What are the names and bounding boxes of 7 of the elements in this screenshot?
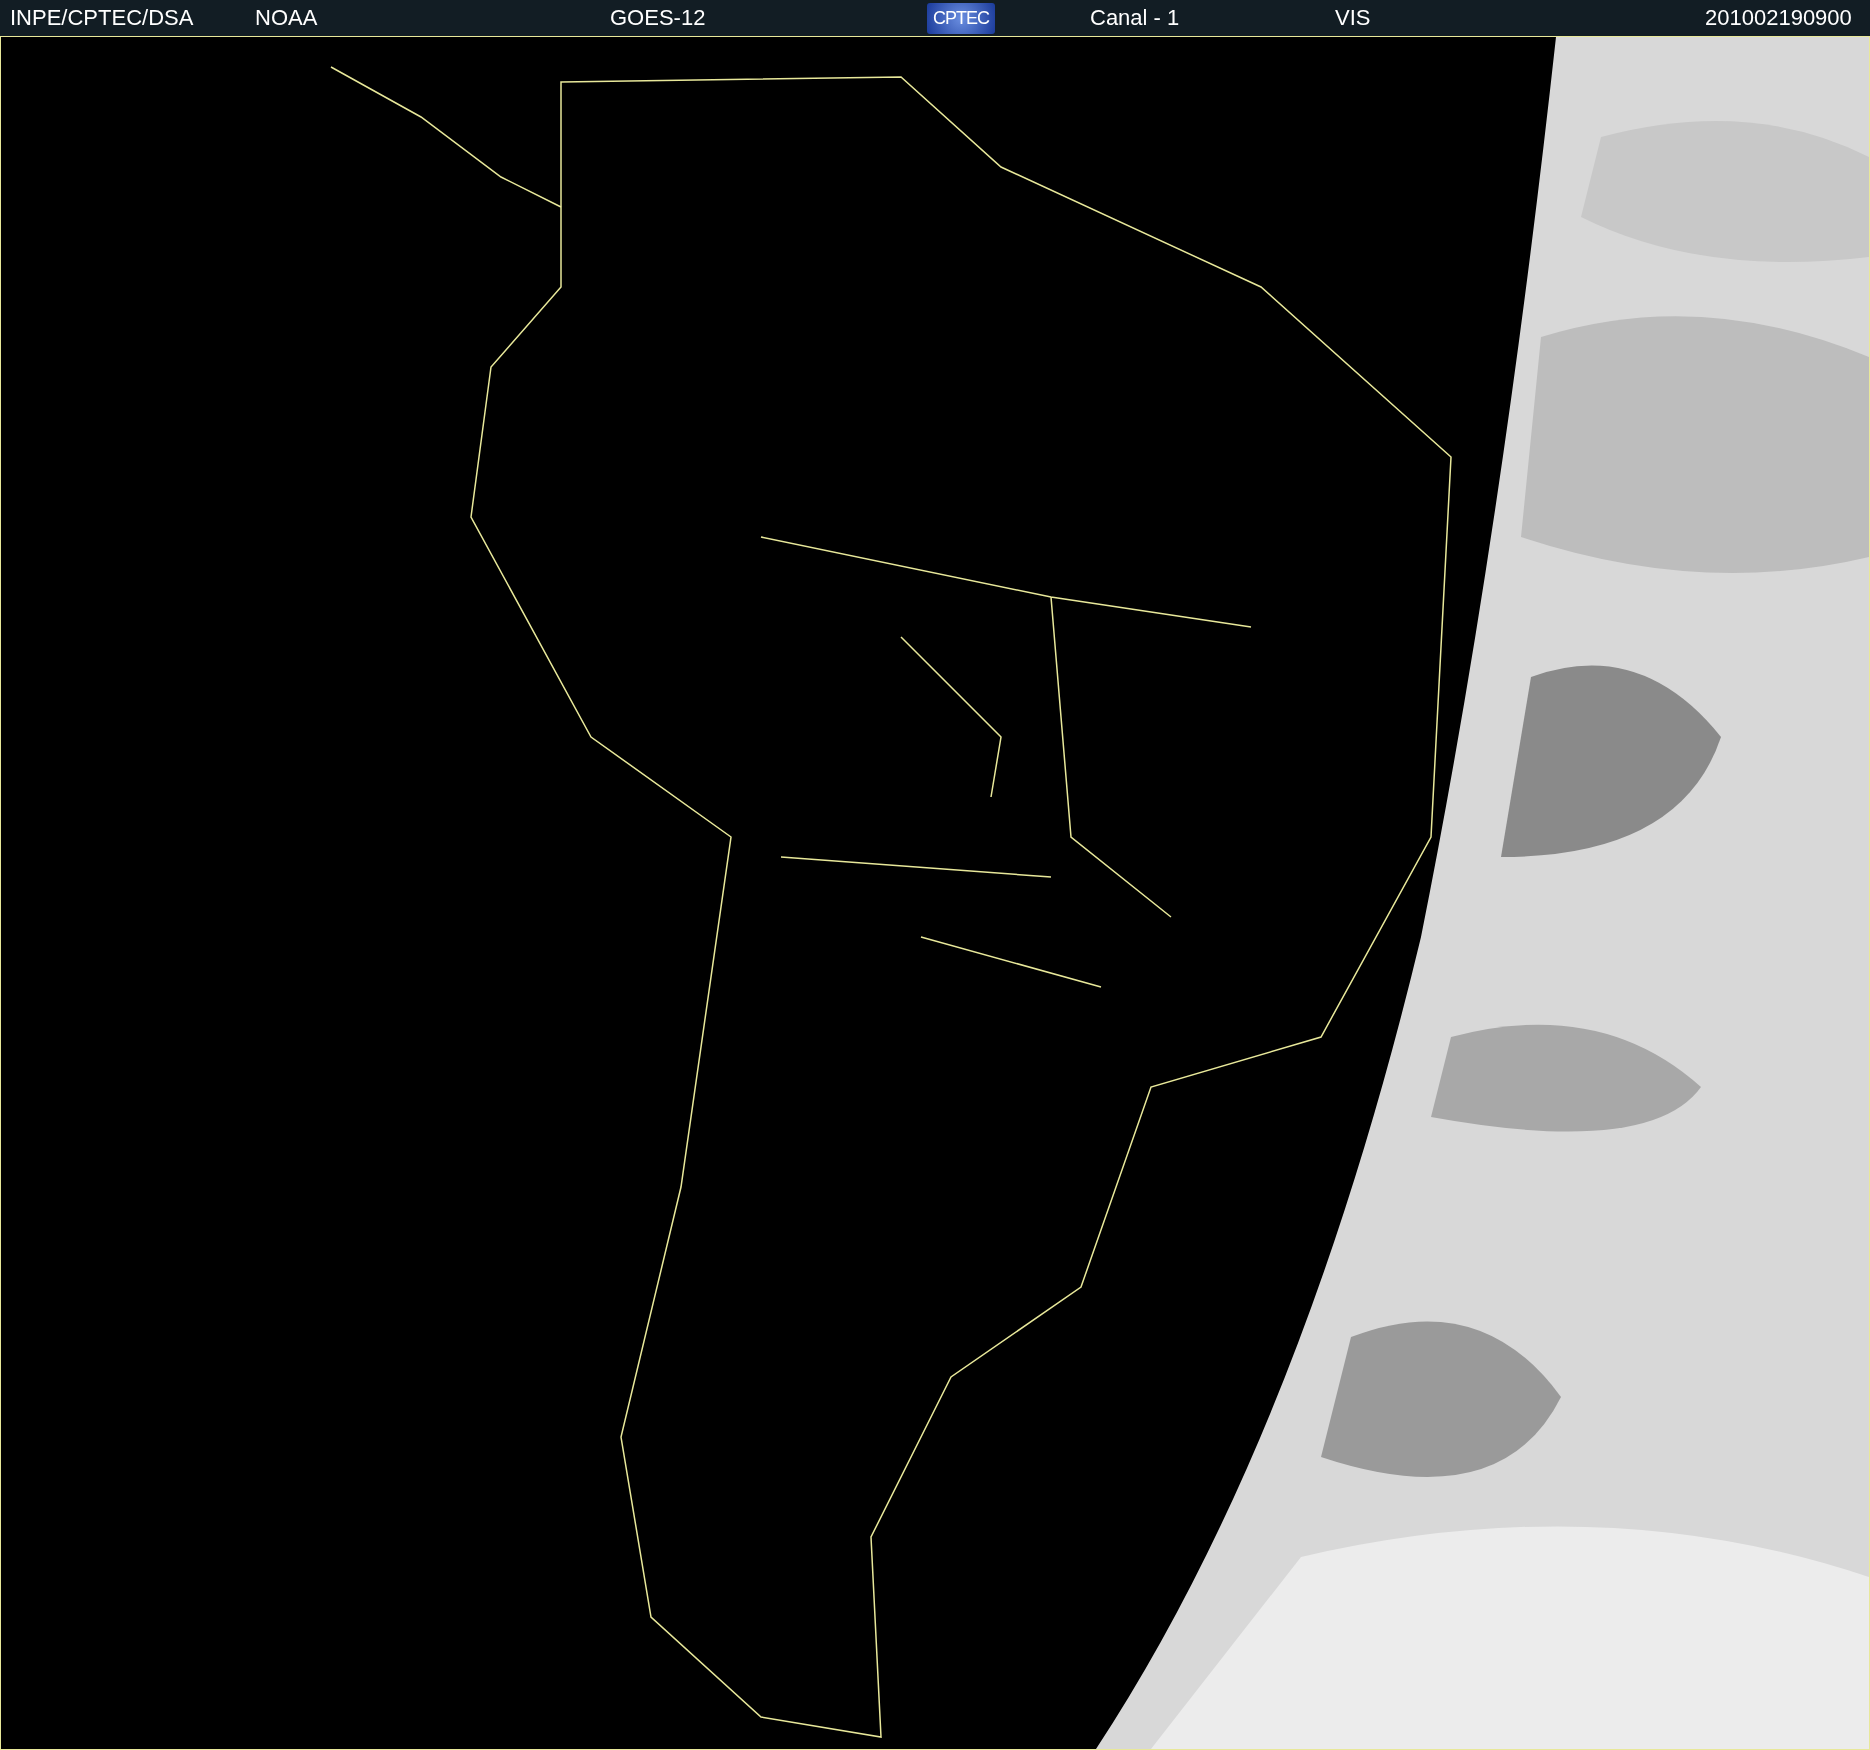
header-label: NOAA [255,5,318,31]
header-label: VIS [1335,5,1371,31]
header-label: INPE/CPTEC/DSA [10,5,194,31]
header-label: 201002190900 [1705,5,1852,31]
logo: CPTEC [927,2,995,34]
header-label: GOES-12 [610,5,706,31]
header-label: Canal - 1 [1090,5,1180,31]
